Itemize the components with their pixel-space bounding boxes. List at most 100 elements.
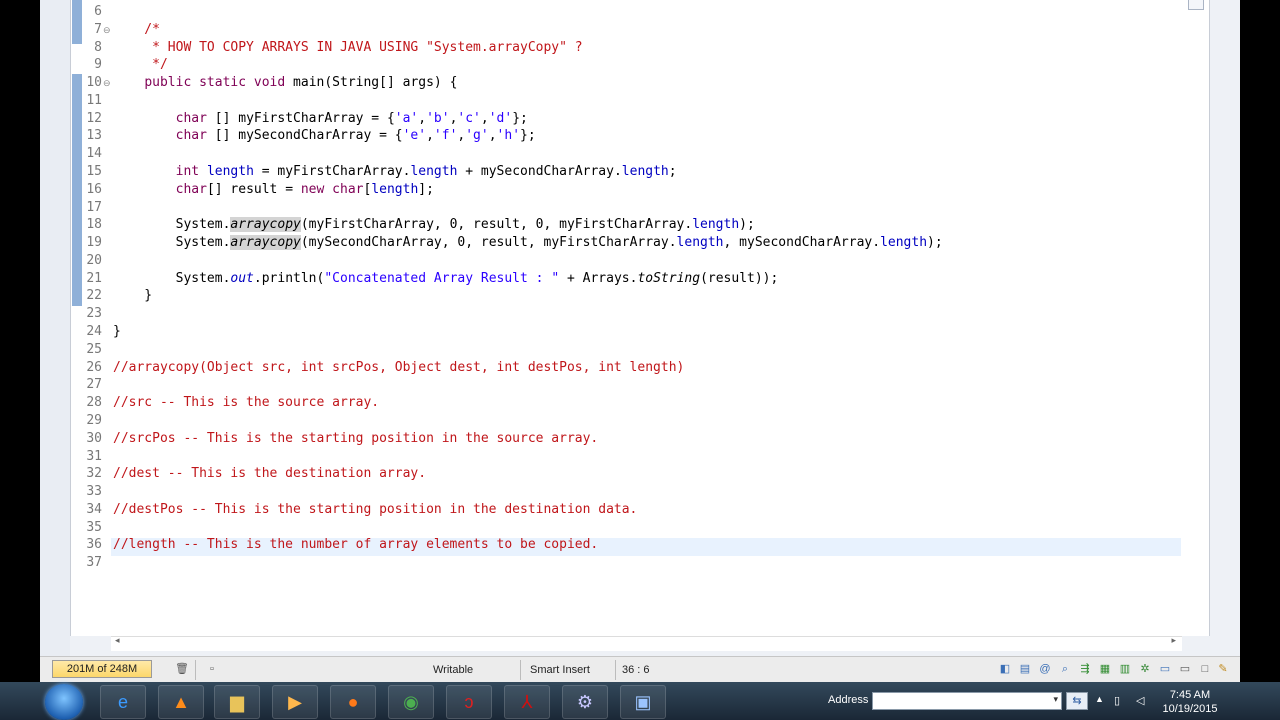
vlc-icon[interactable]: ▲: [158, 685, 204, 719]
file-explorer-icon[interactable]: ▆: [214, 685, 260, 719]
left-letterbox: [0, 0, 40, 656]
code-line[interactable]: //arraycopy(Object src, int srcPos, Obje…: [113, 359, 684, 377]
status-divider: [520, 660, 521, 680]
status-bar: 201M of 248M 🗑 ▫ Writable Smart Insert 3…: [40, 656, 1240, 682]
minimize-panel-icon[interactable]: ▭: [1178, 662, 1192, 676]
cursor-position: 36 : 6: [622, 664, 650, 676]
code-line[interactable]: }: [113, 323, 121, 341]
fold-toggle-icon[interactable]: ⊖: [103, 21, 111, 39]
go-arrow-icon[interactable]: ⇆: [1066, 692, 1088, 710]
line-number: 18: [86, 217, 102, 233]
new-item-icon[interactable]: ▫: [205, 662, 219, 676]
edit-pencil-icon[interactable]: ✎: [1216, 662, 1230, 676]
line-number: 21: [86, 270, 102, 286]
search-doc-icon[interactable]: ⌕: [1058, 662, 1072, 676]
line-number: 22: [86, 288, 102, 304]
start-button-icon[interactable]: [45, 684, 83, 720]
insert-mode-status: Smart Insert: [530, 664, 590, 676]
chrome-icon[interactable]: ◉: [388, 685, 434, 719]
maximize-panel-icon[interactable]: □: [1198, 662, 1212, 676]
clock-date: 10/19/2015: [1162, 703, 1218, 715]
package-icon[interactable]: ▦: [1098, 662, 1112, 676]
code-line[interactable]: public static void main(String[] args) {: [113, 74, 457, 92]
vertical-scrollbar[interactable]: [1182, 0, 1208, 636]
volume-muted-icon[interactable]: ◁: [1136, 694, 1144, 707]
line-number: 32: [86, 466, 102, 482]
status-divider: [195, 660, 196, 680]
line-number: 13: [86, 128, 102, 144]
code-line[interactable]: char [] mySecondCharArray = {'e','f','g'…: [113, 127, 536, 145]
network-icon[interactable]: ▯: [1114, 694, 1120, 707]
status-divider: [615, 660, 616, 680]
line-number: 17: [86, 199, 102, 215]
line-number: 14: [86, 146, 102, 162]
left-panel-strip: [40, 0, 70, 656]
eclipse-ide-icon[interactable]: ⚙: [562, 685, 608, 719]
address-input[interactable]: ▾: [872, 692, 1062, 710]
clock-time: 7:45 AM: [1169, 689, 1211, 701]
console-icon[interactable]: ▭: [1158, 662, 1172, 676]
ruler-marker: [72, 0, 82, 44]
code-line[interactable]: System.arraycopy(mySecondCharArray, 0, r…: [113, 234, 943, 252]
line-number: 26: [86, 359, 102, 375]
media-player-icon[interactable]: ▶: [272, 685, 318, 719]
code-line[interactable]: int length = myFirstCharArray.length + m…: [113, 163, 677, 181]
line-number: 35: [86, 519, 102, 535]
tray-expand-icon[interactable]: ▲: [1095, 694, 1104, 704]
code-line[interactable]: System.out.println("Concatenated Array R…: [113, 270, 779, 288]
horizontal-scrollbar[interactable]: ◂ ▸: [111, 635, 1182, 651]
line-number: 7: [94, 21, 102, 37]
line-number: 23: [86, 306, 102, 322]
line-number: 8: [94, 39, 102, 55]
scroll-left-arrow-icon[interactable]: ◂: [115, 635, 120, 646]
code-line[interactable]: * HOW TO COPY ARRAYS IN JAVA USING "Syst…: [113, 39, 582, 57]
line-number: 36: [86, 537, 102, 553]
address-label: Address: [828, 694, 869, 706]
fold-toggle-icon[interactable]: ⊖: [103, 74, 111, 92]
code-line[interactable]: char [] myFirstCharArray = {'a','b','c',…: [113, 110, 528, 128]
hierarchy-icon[interactable]: ⇶: [1078, 662, 1092, 676]
line-number: 27: [86, 377, 102, 393]
line-number: 10: [86, 75, 102, 91]
firefox-icon[interactable]: ●: [330, 685, 376, 719]
code-line[interactable]: }: [113, 287, 152, 305]
at-sign-icon[interactable]: @: [1038, 662, 1052, 676]
code-line[interactable]: //destPos -- This is the starting positi…: [113, 501, 637, 519]
line-number: 24: [86, 324, 102, 340]
save-disk-icon[interactable]: ▣: [620, 685, 666, 719]
system-clock[interactable]: 7:45 AM 10/19/2015: [1160, 688, 1220, 716]
line-number: 29: [86, 412, 102, 428]
code-line[interactable]: */: [113, 56, 168, 74]
line-number: 33: [86, 484, 102, 500]
line-number: 28: [86, 395, 102, 411]
code-line[interactable]: //src -- This is the source array.: [113, 394, 379, 412]
ruler-marker: [72, 74, 82, 306]
line-number: 25: [86, 341, 102, 357]
toolbar-icon-b[interactable]: ▤: [1018, 662, 1032, 676]
code-line[interactable]: /*: [113, 21, 160, 39]
code-line[interactable]: //srcPos -- This is the starting positio…: [113, 430, 598, 448]
line-number: 11: [86, 92, 102, 108]
code-line[interactable]: char[] result = new char[length];: [113, 181, 434, 199]
trash-icon[interactable]: 🗑: [175, 662, 189, 676]
internet-explorer-icon[interactable]: e: [100, 685, 146, 719]
scroll-up-arrow-icon[interactable]: [1188, 0, 1204, 10]
line-number: 16: [86, 181, 102, 197]
code-line[interactable]: //dest -- This is the destination array.: [113, 465, 426, 483]
writable-status: Writable: [433, 664, 474, 676]
app-swirl-icon[interactable]: ↄ: [446, 685, 492, 719]
code-line[interactable]: System.arraycopy(myFirstCharArray, 0, re…: [113, 216, 755, 234]
chevron-down-icon[interactable]: ▾: [1053, 694, 1058, 705]
line-number: 20: [86, 252, 102, 268]
line-number: 31: [86, 448, 102, 464]
toolbar-icon-a[interactable]: ◧: [998, 662, 1012, 676]
heap-status[interactable]: 201M of 248M: [52, 660, 152, 678]
outline-icon[interactable]: ▥: [1118, 662, 1132, 676]
line-number: 37: [86, 555, 102, 571]
line-number: 30: [86, 430, 102, 446]
line-number: 34: [86, 501, 102, 517]
acrobat-icon[interactable]: ⅄: [504, 685, 550, 719]
scroll-right-arrow-icon[interactable]: ▸: [1171, 635, 1176, 646]
gear-icon[interactable]: ✲: [1138, 662, 1152, 676]
code-line[interactable]: //length -- This is the number of array …: [113, 536, 598, 554]
